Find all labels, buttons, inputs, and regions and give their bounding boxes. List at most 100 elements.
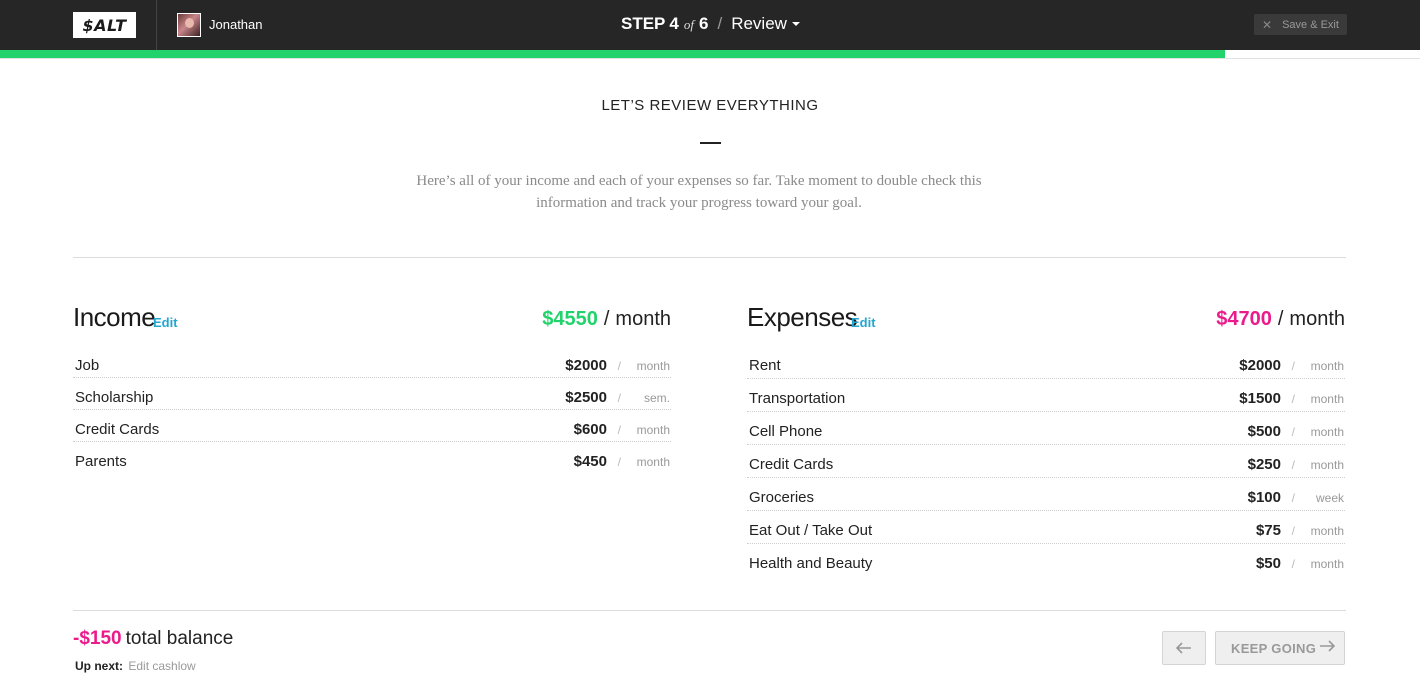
list-item: Cell Phone $500 / month bbox=[747, 412, 1345, 445]
avatar[interactable] bbox=[177, 13, 201, 37]
income-total: $4550/month bbox=[542, 308, 671, 331]
item-value: $450 bbox=[573, 453, 607, 470]
item-period: month bbox=[636, 423, 670, 437]
item-slash: / bbox=[1291, 557, 1295, 571]
item-slash: / bbox=[1291, 359, 1295, 373]
income-total-period: month bbox=[615, 308, 671, 330]
chevron-down-icon bbox=[791, 22, 800, 26]
list-item: Transportation $1500 / month bbox=[747, 379, 1345, 412]
intro-text: Here’s all of your income and each of yo… bbox=[416, 173, 982, 211]
item-label: Eat Out / Take Out bbox=[749, 522, 873, 539]
item-slash: / bbox=[617, 423, 621, 437]
item-period: month bbox=[1310, 458, 1344, 472]
income-list: Job $2000 / month Scholarship $2500 / se… bbox=[73, 346, 671, 474]
step-separator: / bbox=[717, 14, 723, 33]
step-of: of bbox=[683, 17, 694, 32]
keep-going-label: KEEP GOING bbox=[1231, 640, 1317, 656]
list-item: Credit Cards $600 / month bbox=[73, 410, 671, 442]
expenses-total-separator: / bbox=[1277, 308, 1284, 330]
income-header: Income Edit $4550/month bbox=[73, 300, 671, 346]
item-label: Job bbox=[75, 357, 100, 374]
progress-fill bbox=[0, 50, 1226, 58]
step-total: 6 bbox=[699, 14, 709, 33]
item-value: $250 bbox=[1247, 456, 1281, 473]
item-slash: / bbox=[617, 359, 621, 373]
expenses-total-amount: $4700 bbox=[1216, 308, 1272, 330]
expenses-total-period: month bbox=[1289, 308, 1345, 330]
expenses-total: $4700/month bbox=[1216, 308, 1345, 331]
item-value: $2000 bbox=[565, 357, 607, 374]
footer-divider bbox=[73, 610, 1346, 611]
item-value: $600 bbox=[573, 421, 607, 438]
item-slash: / bbox=[617, 391, 621, 405]
item-period: month bbox=[1310, 425, 1344, 439]
income-total-separator: / bbox=[603, 308, 610, 330]
back-button[interactable] bbox=[1162, 631, 1206, 665]
list-item: Eat Out / Take Out $75 / month bbox=[747, 511, 1345, 544]
item-label: Scholarship bbox=[75, 389, 154, 406]
item-label: Health and Beauty bbox=[749, 555, 873, 572]
salt-logo[interactable]: $ALT bbox=[73, 12, 136, 38]
total-balance: -$150 total balance bbox=[73, 628, 233, 650]
progress-bar bbox=[0, 50, 1420, 59]
item-period: week bbox=[1315, 491, 1344, 505]
top-bar-divider bbox=[156, 0, 157, 50]
item-period: month bbox=[1310, 524, 1344, 538]
step-label: STEP bbox=[621, 14, 666, 33]
list-item: Groceries $100 / week bbox=[747, 478, 1345, 511]
list-item: Job $2000 / month bbox=[73, 346, 671, 378]
arrow-left-icon bbox=[1176, 642, 1191, 654]
item-value: $2000 bbox=[1239, 357, 1281, 374]
income-section: Income Edit $4550/month Job $2000 / mont… bbox=[73, 300, 671, 474]
item-period: month bbox=[636, 455, 670, 469]
item-value: $100 bbox=[1247, 489, 1281, 506]
item-label: Transportation bbox=[749, 390, 846, 407]
item-value: $500 bbox=[1247, 423, 1281, 440]
up-next: Up next: Edit cashlow bbox=[75, 659, 196, 673]
item-slash: / bbox=[1291, 392, 1295, 406]
item-period: month bbox=[1310, 392, 1344, 406]
keep-going-button[interactable]: KEEP GOING bbox=[1215, 631, 1345, 665]
income-total-amount: $4550 bbox=[542, 308, 598, 330]
item-value: $50 bbox=[1255, 555, 1281, 572]
step-current: 4 bbox=[669, 14, 679, 33]
up-next-link[interactable]: Edit cashlow bbox=[128, 659, 195, 673]
item-slash: / bbox=[617, 455, 621, 469]
expenses-list: Rent $2000 / month Transportation $1500 … bbox=[747, 346, 1345, 577]
item-value: $1500 bbox=[1239, 390, 1281, 407]
title-rule bbox=[700, 142, 721, 144]
arrow-right-icon bbox=[1320, 640, 1335, 652]
edit-expenses-link[interactable]: Edit bbox=[851, 315, 876, 330]
list-item: Rent $2000 / month bbox=[747, 346, 1345, 379]
expenses-section: Expenses Edit $4700/month Rent $2000 / m… bbox=[747, 300, 1345, 577]
edit-income-link[interactable]: Edit bbox=[153, 315, 178, 330]
list-item: Scholarship $2500 / sem. bbox=[73, 378, 671, 410]
income-title: Income bbox=[73, 302, 156, 332]
item-period: month bbox=[1310, 359, 1344, 373]
save-exit-button[interactable]: ✕ Save & Exit bbox=[1254, 14, 1347, 35]
item-slash: / bbox=[1291, 458, 1295, 472]
balance-amount: -$150 bbox=[73, 628, 122, 649]
close-icon: ✕ bbox=[1262, 17, 1273, 32]
item-period: month bbox=[1310, 557, 1344, 571]
section-dropdown[interactable]: Review bbox=[731, 14, 800, 34]
expenses-header: Expenses Edit $4700/month bbox=[747, 300, 1345, 346]
item-label: Credit Cards bbox=[75, 421, 160, 438]
item-label: Credit Cards bbox=[749, 456, 834, 473]
user-name[interactable]: Jonathan bbox=[209, 17, 263, 32]
step-indicator: STEP 4 of 6 / Review bbox=[621, 14, 800, 34]
item-value: $2500 bbox=[565, 389, 607, 406]
item-label: Cell Phone bbox=[749, 423, 823, 440]
save-exit-label: Save & Exit bbox=[1282, 18, 1339, 31]
item-period: month bbox=[636, 359, 670, 373]
item-label: Rent bbox=[749, 357, 781, 374]
item-slash: / bbox=[1291, 425, 1295, 439]
balance-label: total balance bbox=[125, 628, 234, 649]
top-bar: $ALT Jonathan STEP 4 of 6 / Review ✕ Sav… bbox=[0, 0, 1420, 50]
item-label: Parents bbox=[75, 453, 127, 470]
item-value: $75 bbox=[1255, 522, 1281, 539]
item-slash: / bbox=[1291, 491, 1295, 505]
expenses-title: Expenses bbox=[747, 302, 858, 332]
list-item: Parents $450 / month bbox=[73, 442, 671, 474]
section-divider bbox=[73, 257, 1346, 258]
